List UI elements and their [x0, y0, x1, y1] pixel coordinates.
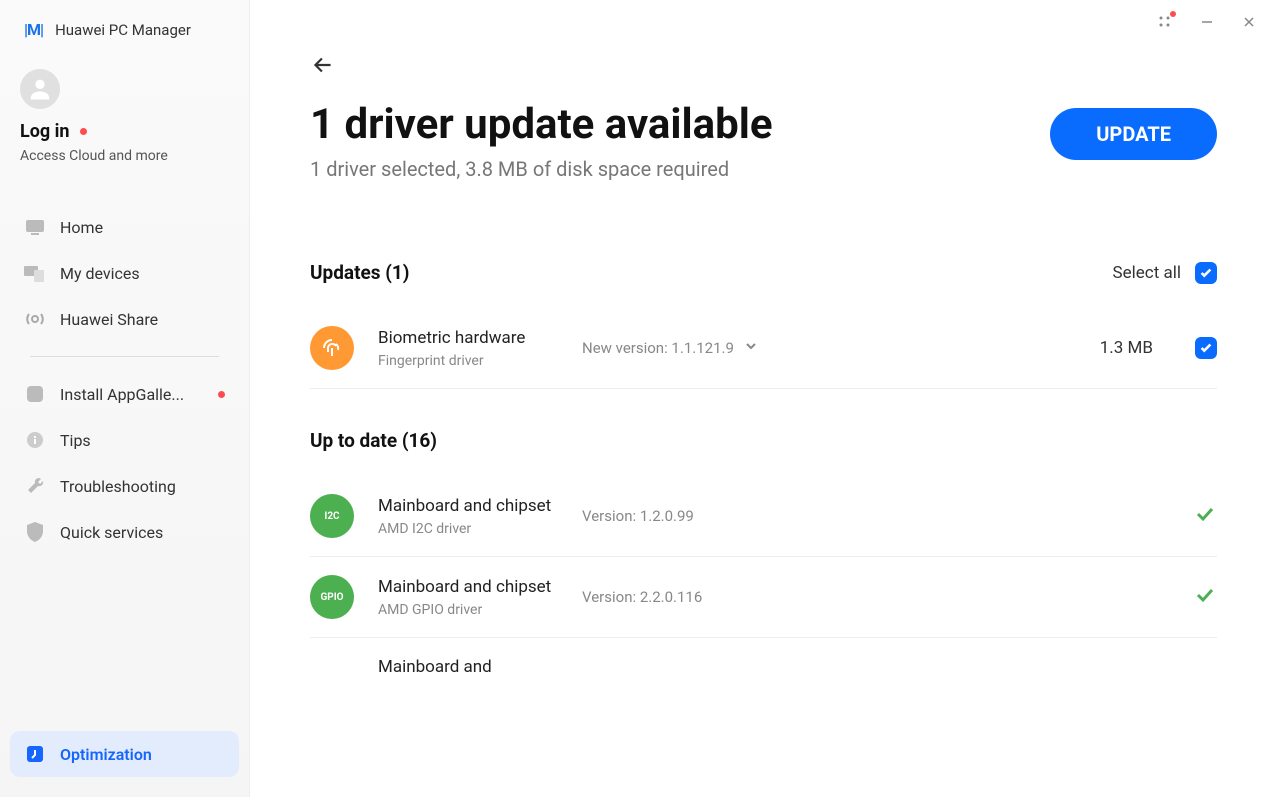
update-button[interactable]: UPDATE: [1050, 108, 1217, 160]
login-link[interactable]: Log in: [20, 121, 70, 142]
appgallery-icon: [24, 383, 46, 405]
sidebar-header: |M| Huawei PC Manager: [0, 20, 249, 59]
driver-row: Biometric hardware Fingerprint driver Ne…: [310, 308, 1217, 389]
nav: Home My devices Huawei Share Install App…: [0, 184, 249, 721]
nav-optimization[interactable]: Optimization: [10, 731, 239, 777]
driver-sub: AMD I2C driver: [378, 521, 558, 537]
driver-row: Mainboard and: [310, 638, 1217, 700]
driver-row: GPIO Mainboard and chipset AMD GPIO driv…: [310, 557, 1217, 638]
sidebar: |M| Huawei PC Manager Log in Access Clou…: [0, 0, 250, 797]
notification-dot-icon: [1170, 11, 1176, 17]
updates-section-title: Updates (1): [310, 261, 409, 284]
logo-icon: |M|: [24, 20, 43, 39]
nav-huawei-share[interactable]: Huawei Share: [10, 296, 239, 342]
back-button[interactable]: [310, 50, 340, 80]
driver-name: Mainboard and chipset: [378, 495, 558, 517]
close-button[interactable]: [1241, 14, 1257, 30]
chip-icon: GPIO: [310, 575, 354, 619]
tips-icon: [24, 429, 46, 451]
driver-row: I2C Mainboard and chipset AMD I2C driver…: [310, 476, 1217, 557]
shield-icon: [24, 521, 46, 543]
driver-version: Version: 2.2.0.116: [582, 588, 1169, 606]
driver-version: Version: 1.2.0.99: [582, 507, 1169, 525]
share-icon: [24, 308, 46, 330]
user-section[interactable]: Log in Access Cloud and more: [0, 59, 249, 184]
nav-divider: [30, 356, 219, 357]
titlebar: [1137, 0, 1277, 44]
page-title: 1 driver update available: [310, 100, 773, 149]
notification-dot-icon: [80, 128, 87, 135]
main-content: 1 driver update available 1 driver selec…: [250, 0, 1277, 797]
driver-sub: Fingerprint driver: [378, 353, 558, 369]
nav-install-appgallery[interactable]: Install AppGalle...: [10, 371, 239, 417]
page-subtitle: 1 driver selected, 3.8 MB of disk space …: [310, 157, 773, 181]
home-icon: [24, 216, 46, 238]
driver-name: Mainboard and chipset: [378, 576, 558, 598]
check-icon: [1193, 502, 1217, 530]
chevron-down-icon: [744, 339, 758, 357]
wrench-icon: [24, 475, 46, 497]
avatar[interactable]: [20, 69, 60, 109]
driver-checkbox[interactable]: [1195, 337, 1217, 359]
select-all-label: Select all: [1113, 263, 1181, 283]
nav-quick-services[interactable]: Quick services: [10, 509, 239, 555]
check-icon: [1193, 583, 1217, 611]
notification-dot-icon: [218, 391, 225, 398]
optimization-icon: [24, 743, 46, 765]
minimize-button[interactable]: [1199, 14, 1215, 30]
devices-icon: [24, 262, 46, 284]
nav-home[interactable]: Home: [10, 204, 239, 250]
login-subtitle: Access Cloud and more: [20, 148, 229, 164]
driver-version[interactable]: New version: 1.1.121.9: [582, 339, 1076, 357]
app-title: Huawei PC Manager: [55, 21, 191, 39]
driver-name: Mainboard and: [378, 656, 558, 678]
menu-button[interactable]: [1157, 14, 1173, 30]
uptodate-section-title: Up to date (16): [310, 429, 1217, 452]
driver-size: 1.3 MB: [1100, 338, 1153, 358]
nav-tips[interactable]: Tips: [10, 417, 239, 463]
nav-my-devices[interactable]: My devices: [10, 250, 239, 296]
driver-name: Biometric hardware: [378, 327, 558, 349]
fingerprint-icon: [310, 326, 354, 370]
select-all-checkbox[interactable]: [1195, 262, 1217, 284]
nav-troubleshooting[interactable]: Troubleshooting: [10, 463, 239, 509]
chip-icon: I2C: [310, 494, 354, 538]
driver-sub: AMD GPIO driver: [378, 602, 558, 618]
